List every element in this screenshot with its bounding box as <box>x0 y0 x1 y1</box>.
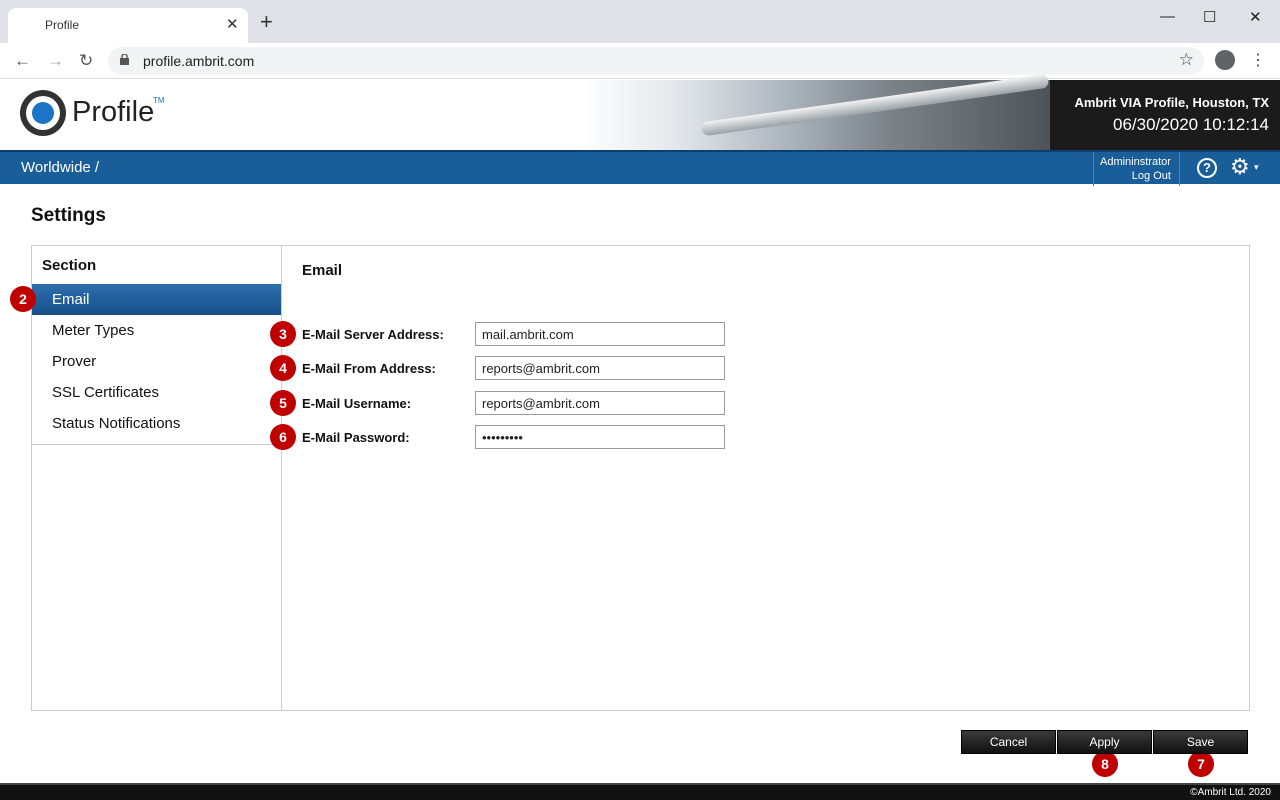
pipeline-banner-image <box>580 73 1050 150</box>
sidebar-item-prover[interactable]: Prover <box>32 346 281 377</box>
callout-marker-7: 7 <box>1188 751 1214 777</box>
from-address-label: E-Mail From Address: <box>302 361 436 376</box>
url-text: profile.ambrit.com <box>143 53 255 69</box>
user-block: Admininstrator Log Out <box>1093 152 1180 186</box>
password-label: E-Mail Password: <box>302 430 410 445</box>
help-icon[interactable]: ? <box>1197 158 1217 178</box>
username-input[interactable] <box>475 391 725 415</box>
from-address-input[interactable] <box>475 356 725 380</box>
breadcrumb[interactable]: Worldwide / <box>21 159 99 176</box>
browser-tabstrip: Profile ✕ + — ☐ ✕ <box>0 0 1280 43</box>
browser-menu-icon[interactable]: ⋮ <box>1250 50 1266 70</box>
logout-link[interactable]: Log Out <box>1100 169 1171 183</box>
url-field[interactable]: profile.ambrit.com ☆ <box>108 47 1204 75</box>
minimize-icon[interactable]: — <box>1160 8 1175 25</box>
navbar: Worldwide / Admininstrator Log Out ? ⚙ ▾ <box>0 150 1280 186</box>
sidebar-item-email[interactable]: Email <box>32 284 281 315</box>
profile-logo-icon <box>20 90 66 136</box>
cancel-button[interactable]: Cancel <box>961 730 1056 754</box>
section-sidebar: Section Email Meter Types Prover SSL Cer… <box>32 246 282 710</box>
section-title: Email <box>302 262 343 279</box>
logo-trademark: TM <box>153 96 165 105</box>
app-header: Profile TM Ambrit VIA Profile, Houston, … <box>0 73 1280 150</box>
bookmark-star-icon[interactable]: ☆ <box>1179 50 1194 70</box>
username-label: E-Mail Username: <box>302 396 412 411</box>
callout-marker-2: 2 <box>10 286 36 312</box>
footer-copyright: ©Ambrit Ltd. 2020 <box>0 783 1280 800</box>
tab-close-icon[interactable]: ✕ <box>226 15 239 33</box>
tab-title: Profile <box>45 18 80 32</box>
lock-icon <box>120 54 129 65</box>
user-name: Admininstrator <box>1100 156 1171 168</box>
sidebar-heading: Section <box>42 257 97 274</box>
logo-text: Profile <box>72 96 155 128</box>
back-icon[interactable]: ← <box>14 51 31 71</box>
section-list: Email Meter Types Prover SSL Certificate… <box>32 284 281 445</box>
callout-marker-4: 4 <box>270 355 296 381</box>
apply-button[interactable]: Apply <box>1057 730 1152 754</box>
site-datetime: 06/30/2020 10:12:14 <box>1113 115 1269 134</box>
gear-icon[interactable]: ⚙ <box>1230 156 1250 178</box>
sidebar-item-status-notifications[interactable]: Status Notifications <box>32 408 281 439</box>
callout-marker-6: 6 <box>270 424 296 450</box>
reload-icon[interactable]: ↻ <box>79 51 93 71</box>
site-name: Ambrit VIA Profile, Houston, TX <box>1074 95 1269 110</box>
maximize-icon[interactable]: ☐ <box>1203 8 1216 26</box>
page-title: Settings <box>31 205 106 226</box>
sidebar-item-meter-types[interactable]: Meter Types <box>32 315 281 346</box>
save-button[interactable]: Save <box>1153 730 1248 754</box>
sidebar-item-ssl-certificates[interactable]: SSL Certificates <box>32 377 281 408</box>
callout-marker-5: 5 <box>270 390 296 416</box>
server-address-input[interactable] <box>475 322 725 346</box>
browser-tab[interactable]: Profile ✕ <box>8 8 248 43</box>
forward-icon[interactable]: → <box>47 51 64 71</box>
settings-panel: Section Email Meter Types Prover SSL Cer… <box>31 245 1250 711</box>
callout-marker-3: 3 <box>270 321 296 347</box>
address-bar: ← → ↻ profile.ambrit.com ☆ <box>0 43 1280 79</box>
window-close-icon[interactable]: ✕ <box>1249 8 1262 26</box>
account-avatar-icon[interactable] <box>1215 50 1235 70</box>
new-tab-button[interactable]: + <box>260 11 273 33</box>
site-info: Ambrit VIA Profile, Houston, TX 06/30/20… <box>1050 80 1280 150</box>
server-address-label: E-Mail Server Address: <box>302 327 444 342</box>
chevron-down-icon[interactable]: ▾ <box>1254 162 1259 173</box>
password-input[interactable] <box>475 425 725 449</box>
callout-marker-8: 8 <box>1092 751 1118 777</box>
pipeline-graphic <box>700 73 1050 137</box>
